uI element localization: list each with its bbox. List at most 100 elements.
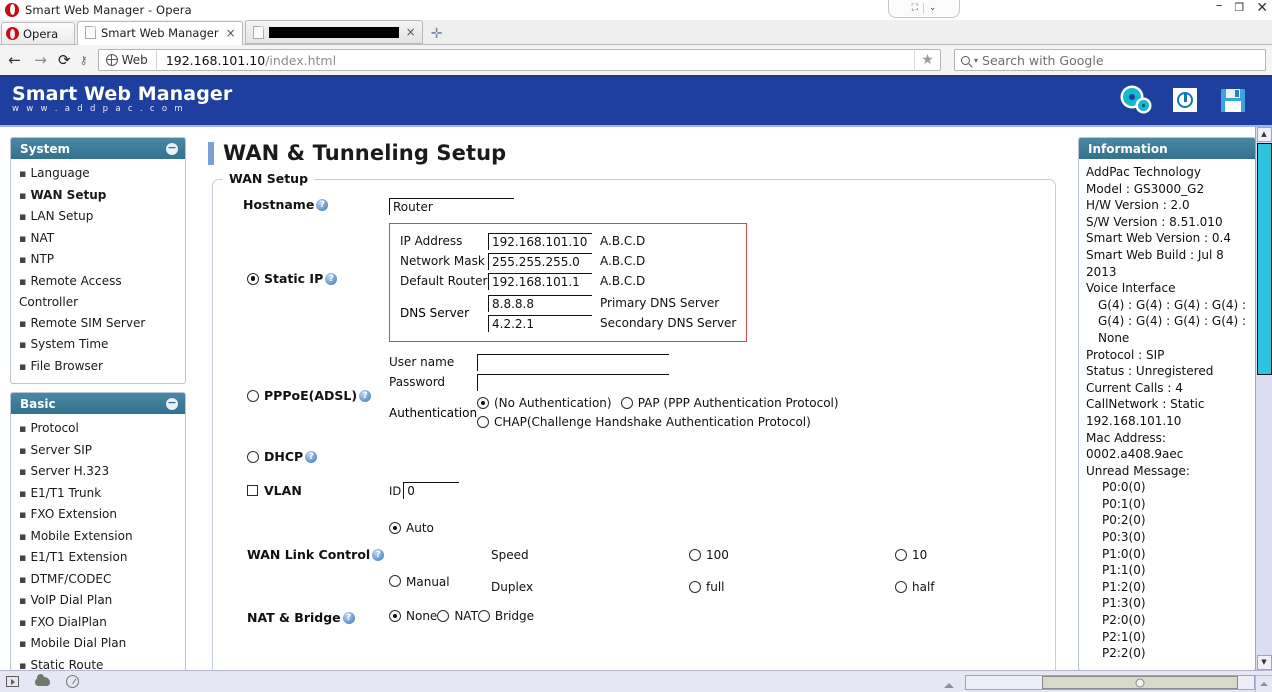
sidebar-item-lan-setup[interactable]: ▪LAN Setup — [17, 206, 179, 228]
sidebar-panel-system-header[interactable]: System − — [11, 138, 185, 159]
username-input[interactable] — [477, 354, 669, 371]
dhcp-radio[interactable] — [247, 451, 259, 463]
panel-toggle-icon[interactable] — [6, 676, 19, 687]
duplex-option-half[interactable]: half — [895, 580, 935, 594]
page-horizontal-scrollbar[interactable] — [965, 675, 1255, 690]
hostname-input[interactable]: Router — [389, 198, 514, 215]
sidebar-panel-basic-header[interactable]: Basic − — [11, 393, 185, 414]
tab-overview-handle[interactable]: ⛶ ⌄ — [888, 0, 960, 18]
h-scrollbar-thumb[interactable] — [1042, 676, 1238, 689]
web-mode-chip[interactable]: Web — [99, 50, 157, 70]
tab-smart-web-manager[interactable]: Smart Web Manager × — [77, 21, 243, 45]
help-icon[interactable]: ? — [343, 612, 355, 624]
vlan-id-input[interactable]: 0 — [403, 482, 459, 499]
window-resize-grip[interactable] — [1255, 675, 1272, 692]
nat-bridge-nat-radio[interactable] — [437, 610, 449, 622]
vlan-checkbox[interactable] — [247, 485, 258, 496]
password-key-icon[interactable]: ⚷ — [80, 54, 87, 67]
link-auto-radio[interactable] — [389, 522, 401, 534]
maximize-button[interactable]: ❐ — [1234, 1, 1244, 15]
help-icon[interactable]: ? — [372, 549, 384, 561]
auth-option-pap[interactable]: PAP (PPP Authentication Protocol) — [621, 395, 839, 412]
information-panel-header[interactable]: Information — [1079, 138, 1255, 159]
sidebar-item-fxo-dialplan[interactable]: ▪FXO DialPlan — [17, 612, 179, 634]
back-icon[interactable]: ← — [6, 51, 23, 69]
static-ip-radio[interactable] — [247, 273, 259, 285]
speed-option-10[interactable]: 10 — [895, 548, 927, 562]
h-scrollbar-grip[interactable] — [1136, 678, 1145, 687]
sidebar-item-system-time[interactable]: ▪System Time — [17, 334, 179, 356]
sidebar-item-remote-access-controller[interactable]: ▪Remote Access Controller — [17, 271, 179, 313]
link-auto-option[interactable]: Auto — [389, 517, 434, 539]
sidebar-item-protocol[interactable]: ▪Protocol — [17, 418, 179, 440]
speed-100-radio[interactable] — [689, 549, 701, 561]
cloud-icon[interactable] — [35, 677, 50, 686]
page-vertical-scrollbar[interactable]: ▲ ▼ — [1255, 127, 1272, 670]
sidebar-item-ntp[interactable]: ▪NTP — [17, 249, 179, 271]
pppoe-radio[interactable] — [247, 390, 259, 402]
nat-bridge-none-radio[interactable] — [389, 610, 401, 622]
new-tab-button[interactable]: ✛ — [431, 28, 443, 40]
tab-close-icon[interactable]: × — [406, 25, 416, 39]
scroll-down-arrow-icon[interactable]: ▼ — [1257, 655, 1272, 670]
speed-10-radio[interactable] — [895, 549, 907, 561]
search-engine-chevron-icon[interactable]: ▾ — [974, 56, 978, 65]
sidebar-item-e1t1-extension[interactable]: ▪E1/T1 Extension — [17, 547, 179, 569]
tab-second-redacted[interactable]: × — [245, 20, 423, 44]
link-manual-radio[interactable] — [389, 575, 401, 587]
nat-bridge-option-none[interactable]: None — [389, 609, 437, 623]
sidebar-item-voip-dial-plan[interactable]: ▪VoIP Dial Plan — [17, 590, 179, 612]
nat-bridge-option-nat[interactable]: NAT — [437, 609, 478, 623]
settings-gears-icon[interactable] — [1122, 84, 1152, 116]
primary-dns-input[interactable]: 8.8.8.8 — [488, 295, 592, 312]
sidebar-item-dtmf-codec[interactable]: ▪DTMF/CODEC — [17, 569, 179, 591]
auth-none-radio[interactable] — [477, 397, 489, 409]
help-icon[interactable]: ? — [325, 273, 337, 285]
auth-pap-radio[interactable] — [621, 397, 633, 409]
help-icon[interactable]: ? — [316, 199, 328, 211]
nat-bridge-option-bridge[interactable]: Bridge — [478, 609, 534, 623]
close-button[interactable]: ✕ — [1256, 1, 1268, 15]
auth-option-none[interactable]: (No Authentication) — [477, 395, 612, 412]
minimize-button[interactable]: – — [1216, 0, 1223, 13]
url-input[interactable]: 192.168.101.10/index.html — [157, 53, 914, 68]
search-input-placeholder[interactable]: Search with Google — [982, 53, 1104, 68]
opera-menu-button[interactable]: Opera — [1, 22, 75, 44]
sidebar-item-static-route[interactable]: ▪Static Route — [17, 655, 179, 671]
sidebar-item-server-sip[interactable]: ▪Server SIP — [17, 440, 179, 462]
auth-option-chap[interactable]: CHAP(Challenge Handshake Authentication … — [477, 414, 811, 431]
network-mask-input[interactable]: 255.255.255.0 — [488, 253, 592, 270]
sidebar-item-remote-sim-server[interactable]: ▪Remote SIM Server — [17, 313, 179, 335]
expand-icon[interactable]: ⛶ — [912, 3, 918, 13]
nat-bridge-bridge-radio[interactable] — [478, 610, 490, 622]
collapse-icon[interactable]: − — [166, 143, 178, 155]
chevron-down-icon[interactable]: ⌄ — [929, 3, 937, 13]
scrollbar-thumb[interactable] — [1257, 143, 1272, 375]
search-bar[interactable]: ▾ Search with Google — [954, 49, 1266, 71]
sidebar-item-mobile-dial-plan[interactable]: ▪Mobile Dial Plan — [17, 633, 179, 655]
forward-icon[interactable]: → — [32, 51, 49, 69]
duplex-option-full[interactable]: full — [689, 580, 891, 594]
tab-close-icon[interactable]: × — [226, 26, 236, 40]
help-icon[interactable]: ? — [359, 390, 371, 402]
save-floppy-icon[interactable] — [1218, 84, 1248, 116]
help-icon[interactable]: ? — [305, 451, 317, 463]
ip-address-input[interactable]: 192.168.101.10 — [488, 233, 592, 250]
auth-chap-radio[interactable] — [477, 416, 489, 428]
sidebar-item-nat[interactable]: ▪NAT — [17, 228, 179, 250]
bookmark-star-icon[interactable]: ★ — [914, 50, 940, 70]
sidebar-item-e1t1-trunk[interactable]: ▪E1/T1 Trunk — [17, 483, 179, 505]
password-input[interactable] — [477, 374, 669, 391]
sidebar-item-file-browser[interactable]: ▪File Browser — [17, 356, 179, 378]
sidebar-item-server-h323[interactable]: ▪Server H.323 — [17, 461, 179, 483]
speed-option-100[interactable]: 100 — [689, 548, 891, 562]
speed-dial-icon[interactable] — [66, 675, 79, 688]
power-info-icon[interactable] — [1170, 84, 1200, 116]
duplex-full-radio[interactable] — [689, 581, 701, 593]
scroll-up-arrow-icon[interactable]: ▲ — [1257, 127, 1272, 142]
sidebar-item-wan-setup[interactable]: ▪WAN Setup — [17, 185, 179, 207]
sidebar-item-fxo-extension[interactable]: ▪FXO Extension — [17, 504, 179, 526]
secondary-dns-input[interactable]: 4.2.2.1 — [488, 315, 592, 332]
default-router-input[interactable]: 192.168.101.1 — [488, 273, 592, 290]
sidebar-item-language[interactable]: ▪Language — [17, 163, 179, 185]
